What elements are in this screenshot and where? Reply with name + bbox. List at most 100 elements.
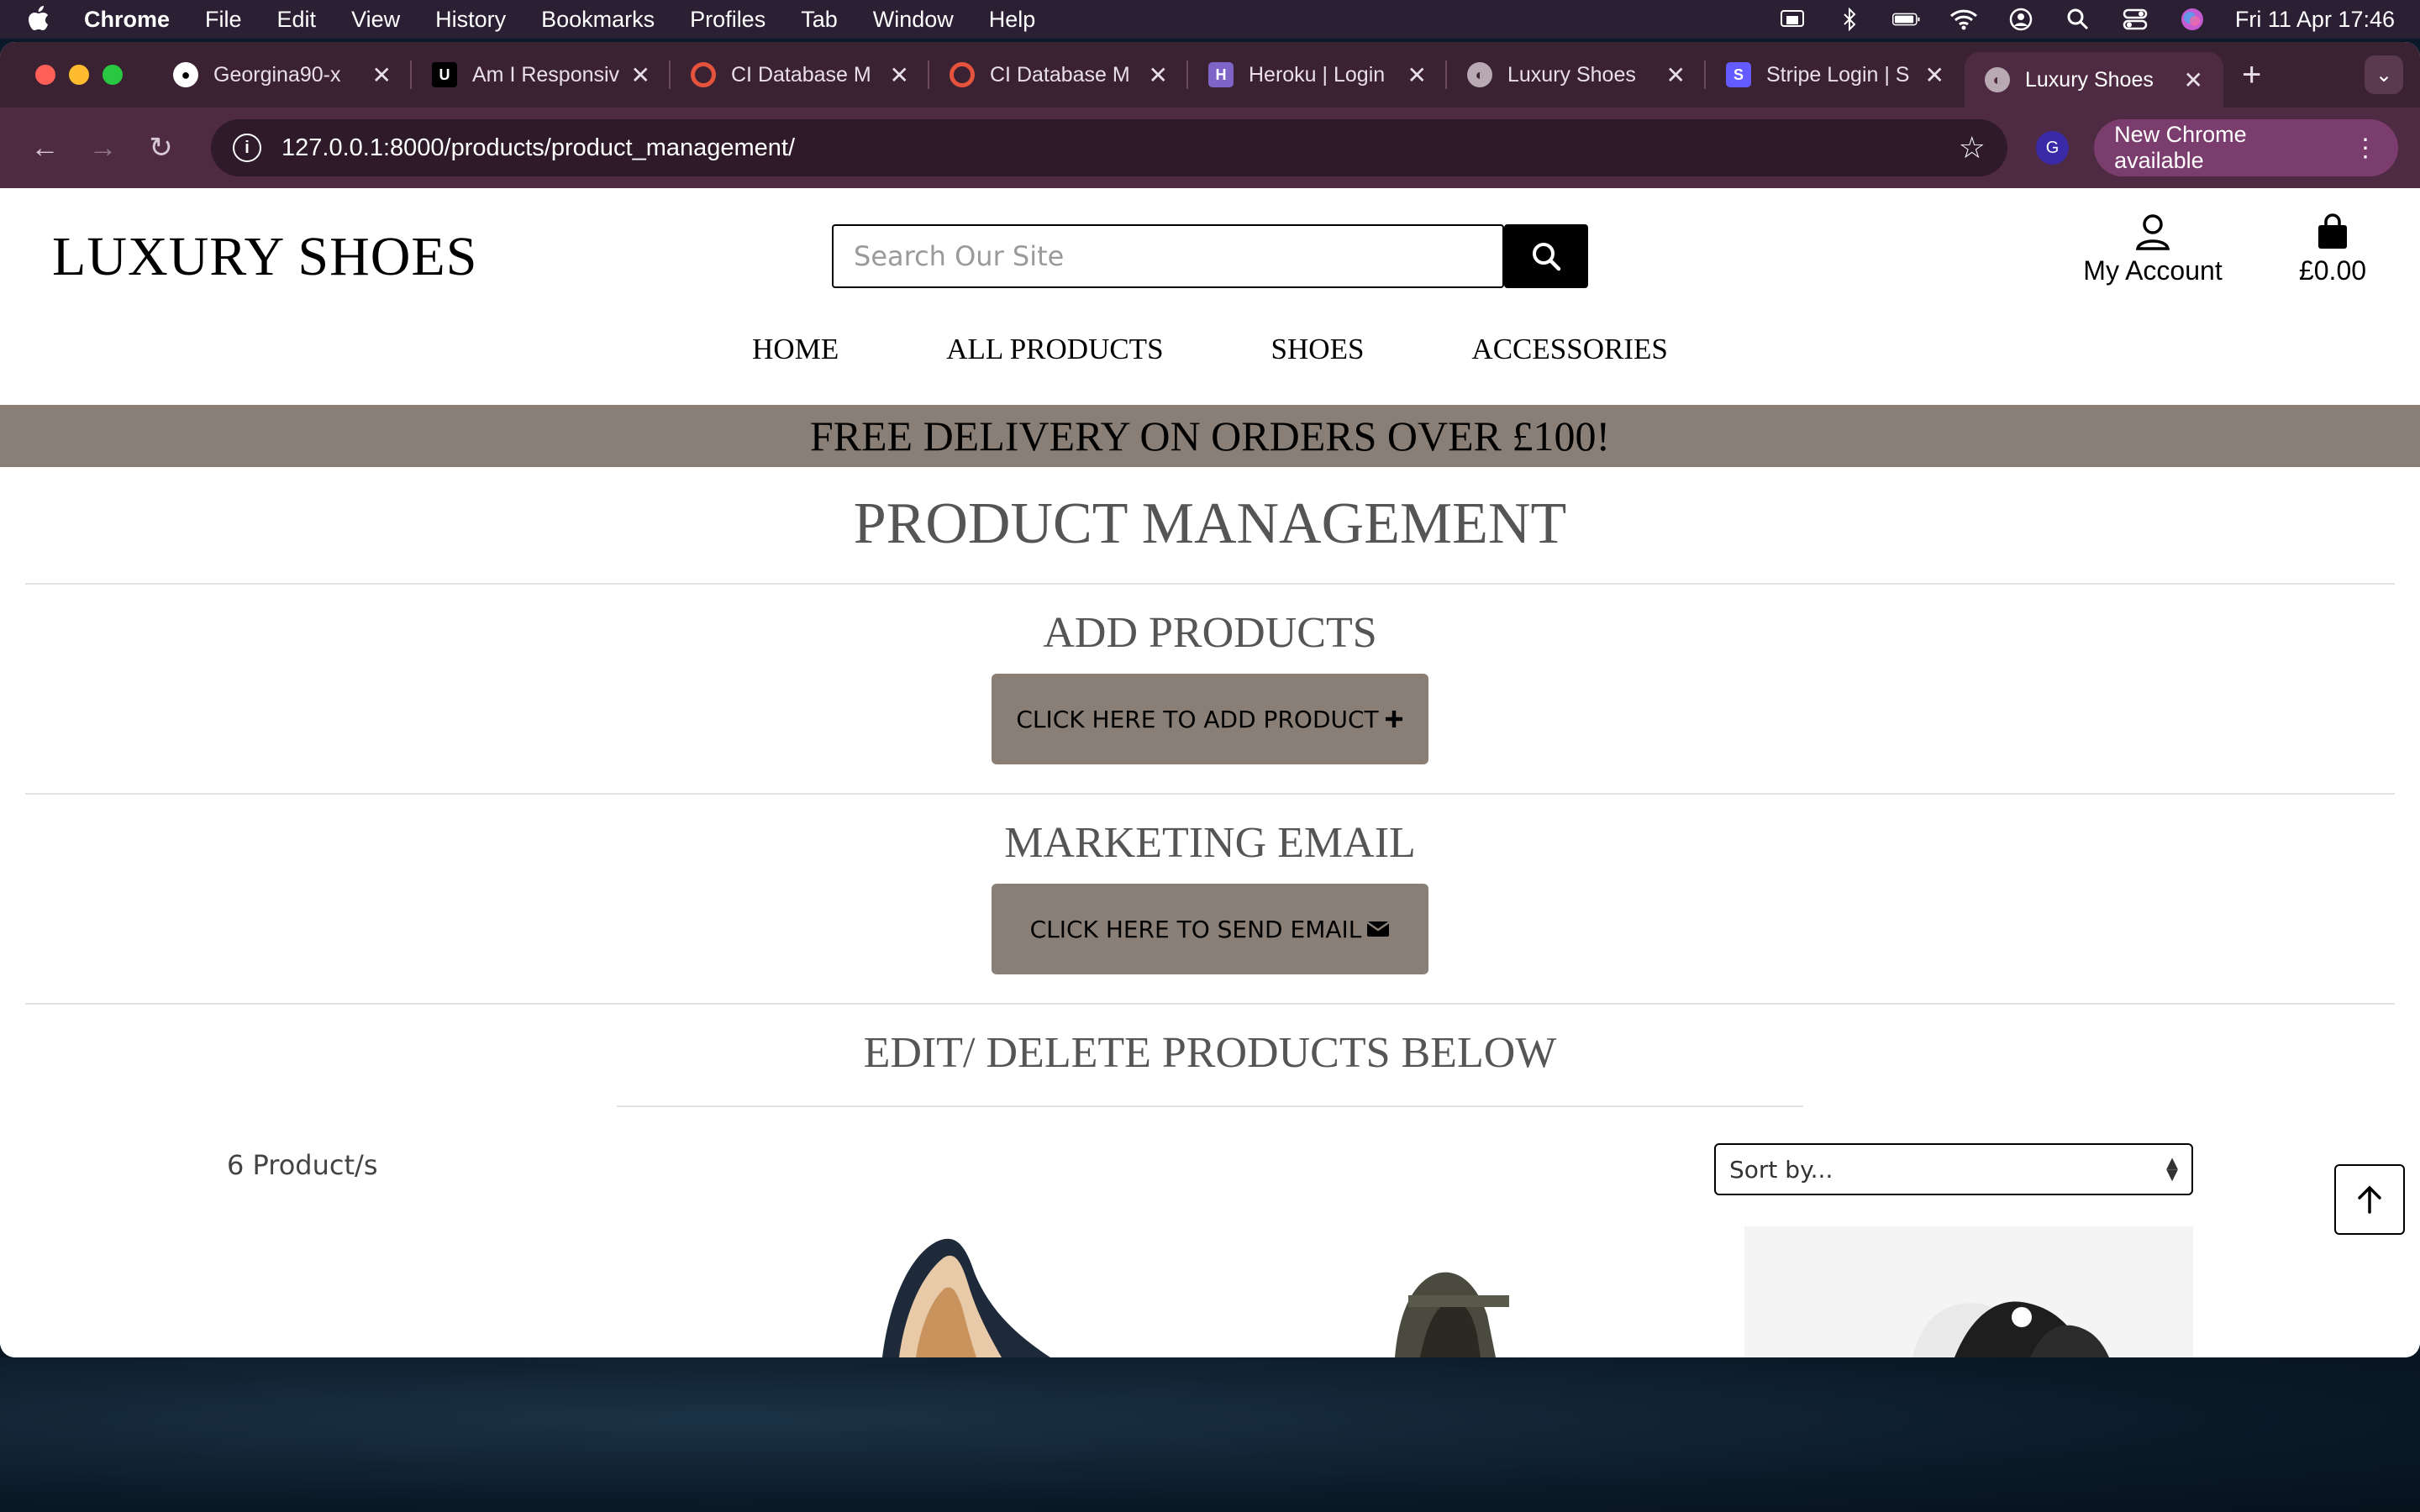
- tab-luxury-shoes[interactable]: ◐ Luxury Shoes ✕: [1447, 42, 1706, 108]
- product-image[interactable]: [1744, 1226, 2193, 1357]
- divider: [25, 793, 2395, 795]
- tab-strip: ● Georgina90-x ✕ U Am I Responsive ✕ CI …: [0, 42, 2420, 108]
- menubar-clock[interactable]: Fri 11 Apr 17:46: [2235, 7, 2395, 33]
- globe-icon: ◐: [1985, 67, 2010, 92]
- add-product-label: CLICK HERE TO ADD PRODUCT: [1016, 705, 1379, 733]
- shopping-bag-link[interactable]: £0.00: [2291, 213, 2375, 286]
- menu-tab[interactable]: Tab: [801, 7, 838, 33]
- sort-value: Sort by...: [1729, 1155, 1833, 1184]
- menu-window[interactable]: Window: [873, 7, 954, 33]
- close-tab-icon[interactable]: ✕: [890, 61, 909, 89]
- tab-title: CI Database M: [731, 62, 871, 87]
- divider: [25, 1003, 2395, 1005]
- divider: [25, 583, 2395, 585]
- edit-delete-heading: EDIT/ DELETE PRODUCTS BELOW: [863, 1029, 1557, 1077]
- sort-select[interactable]: Sort by... ▲ ▼: [1714, 1143, 2193, 1195]
- kebab-menu-icon[interactable]: ⋮: [2353, 134, 2378, 163]
- heel-shoe-image: [882, 1238, 1050, 1357]
- bluetooth-icon[interactable]: [1835, 8, 1864, 31]
- delivery-banner: FREE DELIVERY ON ORDERS OVER £100!: [0, 405, 2420, 467]
- control-center-icon[interactable]: [2121, 8, 2149, 30]
- tab-amiresponsive[interactable]: U Am I Responsive ✕: [412, 42, 671, 108]
- nav-shoes[interactable]: SHOES: [1271, 333, 1365, 366]
- address-bar[interactable]: i 127.0.0.1:8000/products/product_manage…: [211, 119, 2007, 176]
- tab-title: CI Database M: [990, 62, 1130, 87]
- envelope-icon: [1366, 921, 1391, 937]
- close-tab-icon[interactable]: ✕: [372, 61, 392, 89]
- search-input[interactable]: [832, 224, 1504, 288]
- menu-app-name[interactable]: Chrome: [84, 7, 170, 33]
- bag-total: £0.00: [2298, 255, 2367, 286]
- product-image[interactable]: [865, 1226, 1084, 1357]
- back-arrow-icon[interactable]: ←: [22, 132, 68, 165]
- tab-stripe[interactable]: S Stripe Login | S ✕: [1706, 42, 1965, 108]
- send-email-label: CLICK HERE TO SEND EMAIL: [1029, 915, 1362, 943]
- apple-icon[interactable]: [25, 5, 50, 34]
- tab-luxury-shoes-active[interactable]: ◐ Luxury Shoes ✕: [1965, 52, 2223, 108]
- spotlight-search-icon[interactable]: [2064, 8, 2092, 30]
- close-window-button[interactable]: [35, 65, 55, 85]
- window-controls: [35, 65, 123, 85]
- profile-avatar[interactable]: G: [2035, 131, 2070, 165]
- tab-search-chevron-down-icon[interactable]: ⌄: [2365, 55, 2403, 94]
- url-text[interactable]: 127.0.0.1:8000/products/product_manageme…: [281, 134, 795, 162]
- nav-home[interactable]: HOME: [752, 333, 839, 366]
- close-tab-icon[interactable]: ✕: [1925, 61, 1944, 89]
- menu-history[interactable]: History: [435, 7, 506, 33]
- globe-icon: ◐: [1467, 62, 1492, 87]
- tab-heroku[interactable]: H Heroku | Login ✕: [1188, 42, 1447, 108]
- user-switch-icon[interactable]: [2007, 8, 2035, 31]
- close-tab-icon[interactable]: ✕: [2184, 66, 2203, 94]
- wifi-icon[interactable]: [1949, 8, 1978, 30]
- main-navigation: HOME ALL PRODUCTS SHOES ACCESSORIES: [0, 333, 2420, 366]
- chrome-window: ● Georgina90-x ✕ U Am I Responsive ✕ CI …: [0, 42, 2420, 1357]
- divider: [617, 1105, 1803, 1107]
- macos-menubar: Chrome File Edit View History Bookmarks …: [0, 0, 2420, 39]
- menu-bookmarks[interactable]: Bookmarks: [541, 7, 655, 33]
- zoom-window-button[interactable]: [103, 65, 123, 85]
- tab-title: Stripe Login | S: [1766, 62, 1910, 87]
- menu-file[interactable]: File: [205, 7, 242, 33]
- site-info-icon[interactable]: i: [233, 134, 261, 162]
- nav-accessories[interactable]: ACCESSORIES: [1471, 333, 1667, 366]
- site-logo[interactable]: LUXURY SHOES: [52, 225, 477, 289]
- update-label: New Chrome available: [2114, 122, 2247, 173]
- tab-ci-database-2[interactable]: CI Database M ✕: [929, 42, 1188, 108]
- tab-title: Luxury Shoes: [1507, 62, 1636, 87]
- browser-toolbar: ← → ↻ i 127.0.0.1:8000/products/product_…: [0, 108, 2420, 188]
- menu-edit[interactable]: Edit: [277, 7, 317, 33]
- sandal-image: [1395, 1272, 1509, 1357]
- menu-view[interactable]: View: [351, 7, 400, 33]
- chrome-update-button[interactable]: New Chrome available ⋮: [2094, 119, 2399, 176]
- plus-icon: [1385, 711, 1402, 727]
- product-image[interactable]: [1378, 1226, 1546, 1357]
- tab-github[interactable]: ● Georgina90-x ✕: [153, 42, 412, 108]
- my-account-link[interactable]: My Account: [2077, 213, 2228, 286]
- reload-icon[interactable]: ↻: [138, 131, 184, 165]
- screen-mirroring-icon[interactable]: [1778, 8, 1807, 30]
- add-product-button[interactable]: CLICK HERE TO ADD PRODUCT: [992, 674, 1428, 764]
- close-tab-icon[interactable]: ✕: [1149, 61, 1168, 89]
- search-icon: [1533, 243, 1561, 271]
- menu-help[interactable]: Help: [989, 7, 1036, 33]
- menu-profiles[interactable]: Profiles: [690, 7, 765, 33]
- new-tab-icon[interactable]: +: [2242, 56, 2261, 94]
- back-to-top-button[interactable]: [2334, 1164, 2405, 1235]
- bookmark-star-icon[interactable]: ☆: [1959, 130, 1986, 165]
- tab-ci-database-1[interactable]: CI Database M ✕: [671, 42, 929, 108]
- close-tab-icon[interactable]: ✕: [1666, 61, 1686, 89]
- nav-all-products[interactable]: ALL PRODUCTS: [946, 333, 1163, 366]
- battery-icon[interactable]: [1891, 8, 1921, 30]
- send-email-button[interactable]: CLICK HERE TO SEND EMAIL: [992, 884, 1428, 974]
- minimize-window-button[interactable]: [69, 65, 89, 85]
- select-arrows-icon: ▲ ▼: [2166, 1154, 2178, 1184]
- page-title: PRODUCT MANAGEMENT: [853, 491, 1567, 556]
- github-icon: ●: [173, 62, 198, 87]
- close-tab-icon[interactable]: ✕: [631, 61, 650, 89]
- arrow-up-icon: [2358, 1185, 2381, 1214]
- siri-icon[interactable]: [2178, 8, 2207, 30]
- forward-arrow-icon[interactable]: →: [80, 132, 126, 165]
- search-button[interactable]: [1504, 224, 1588, 288]
- close-tab-icon[interactable]: ✕: [1407, 61, 1427, 89]
- amiresponsive-icon: U: [432, 62, 457, 87]
